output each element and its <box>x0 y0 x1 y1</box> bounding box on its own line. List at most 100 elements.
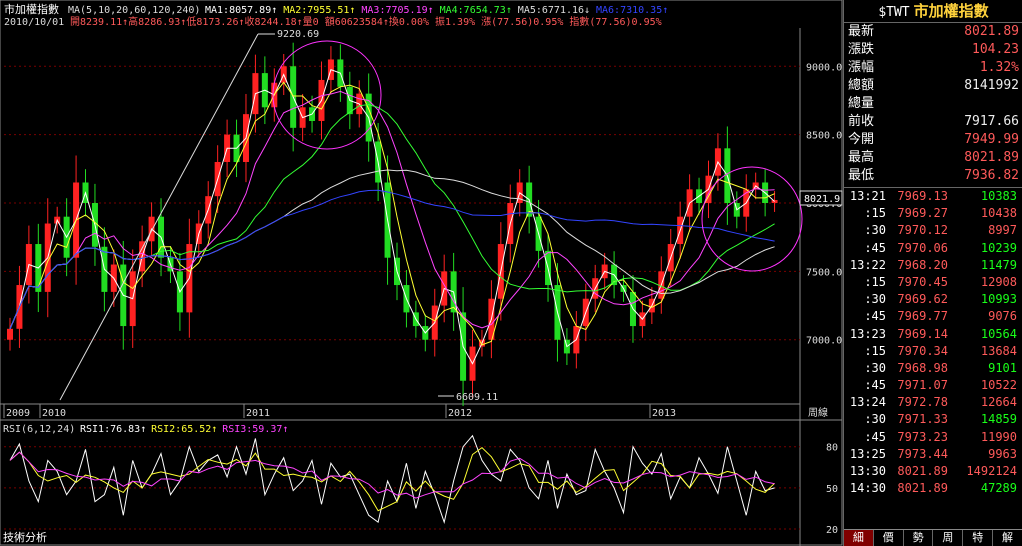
tick-time: 13:30 <box>849 464 886 478</box>
tick-volume: 1492124 <box>966 464 1017 478</box>
x-unit-label: 周線 <box>808 406 828 419</box>
quote-row: 總額 8141992 <box>844 77 1022 95</box>
tab-1[interactable]: 價 <box>874 530 904 546</box>
tick-row[interactable]: :15 7969.27 10438 <box>844 205 1022 222</box>
tick-row[interactable]: 13:24 7972.78 12664 <box>844 394 1022 411</box>
candle-body <box>7 328 13 340</box>
tick-row[interactable]: 13:21 7969.13 10383 <box>844 188 1022 205</box>
tick-time: :15 <box>864 274 886 289</box>
rsi-series-label-1: RSI1:76.83↑ <box>80 424 146 435</box>
tick-price: 7968.98 <box>897 360 948 375</box>
tick-time: 13:22 <box>849 257 886 272</box>
tick-row[interactable]: :45 7969.77 9076 <box>844 308 1022 325</box>
tick-price: 8021.89 <box>897 464 948 478</box>
quote-title: $TWT 市加權指數 <box>844 0 1022 23</box>
tick-volume: 12908 <box>980 274 1017 289</box>
quote-row-label: 總量 <box>848 96 875 111</box>
ma-value-1: MA1:8057.89↑ <box>205 5 277 16</box>
tab-2[interactable]: 勢 <box>904 530 934 546</box>
tick-list[interactable]: 13:21 7969.13 10383:15 7969.27 10438:30 7970.… <box>844 188 1022 497</box>
quote-row-label: 今開 <box>848 132 875 147</box>
tick-row[interactable]: :30 7971.33 14859 <box>844 411 1022 428</box>
tick-volume: 10522 <box>980 378 1017 393</box>
quote-row-label: 漲跌 <box>848 42 875 57</box>
tick-row[interactable]: :45 7971.07 10522 <box>844 377 1022 394</box>
tick-price: 8021.89 <box>897 481 948 496</box>
tab-0[interactable]: 細 <box>844 530 874 546</box>
tick-time: :45 <box>864 429 886 444</box>
tick-price: 7971.33 <box>897 412 948 427</box>
quote-row-value: 1.32% <box>979 60 1019 75</box>
tick-volume: 9963 <box>988 446 1017 461</box>
tick-row[interactable]: :45 7973.23 11990 <box>844 429 1022 446</box>
tick-row[interactable]: 13:23 7969.14 10564 <box>844 326 1022 343</box>
peak-trend-line <box>59 33 259 401</box>
quote-row: 總量 <box>844 95 1022 113</box>
quote-row-label: 最新 <box>848 24 875 39</box>
tick-row[interactable]: 13:22 7968.20 11479 <box>844 257 1022 274</box>
tick-time: :45 <box>864 309 886 324</box>
tab-4[interactable]: 特 <box>963 530 994 546</box>
tick-time: :15 <box>864 343 886 358</box>
quote-row-label: 最高 <box>848 150 875 165</box>
tick-row[interactable]: :45 7970.06 10239 <box>844 240 1022 257</box>
ma-value-5: MA5:6771.16↓ <box>518 5 590 16</box>
tick-volume: 47289 <box>980 481 1017 496</box>
ma-value-3: MA3:7705.19↑ <box>361 5 433 16</box>
tick-price: 7971.07 <box>897 378 948 393</box>
tick-volume: 11990 <box>980 429 1017 444</box>
tick-time: 13:24 <box>849 395 886 410</box>
tick-time: :45 <box>864 378 886 393</box>
tab-5[interactable]: 解 <box>993 530 1022 546</box>
tick-price: 7970.12 <box>897 223 948 238</box>
quote-row-value: 7917.66 <box>964 114 1019 129</box>
tick-volume: 10993 <box>980 292 1017 307</box>
date-label: 2010/10/01 <box>4 17 64 28</box>
tick-price: 7970.45 <box>897 274 948 289</box>
tick-row[interactable]: :30 7969.62 10993 <box>844 291 1022 308</box>
y-tick-label-0: 9000.0 <box>806 62 842 73</box>
quote-row: 漲幅 1.32% <box>844 59 1022 77</box>
rsi-series-label-3: RSI3:59.37↑ <box>222 424 288 435</box>
x-tick-label-4: 2013 <box>652 408 676 419</box>
tick-row[interactable]: :15 7970.34 13684 <box>844 343 1022 360</box>
tick-price: 7969.27 <box>897 206 948 221</box>
tick-price: 7970.34 <box>897 343 948 358</box>
x-tick-label-1: 2010 <box>42 408 66 419</box>
quote-row-label: 最低 <box>848 168 875 183</box>
tick-price: 7972.78 <box>897 395 948 410</box>
tick-row[interactable]: :30 7970.12 8997 <box>844 222 1022 239</box>
rsi-line-1 <box>9 434 775 525</box>
tab-3[interactable]: 周 <box>933 530 964 546</box>
quote-row: 最新 8021.89 <box>844 23 1022 41</box>
tick-volume: 9076 <box>988 309 1017 324</box>
tick-row[interactable]: 14:30 8021.89 47289 <box>844 480 1022 497</box>
tick-volume: 10438 <box>980 206 1017 221</box>
tick-row[interactable]: 13:30 8021.89 1492124 <box>844 463 1022 480</box>
tick-row[interactable]: 13:25 7973.44 9963 <box>844 446 1022 463</box>
tick-time: 14:30 <box>849 481 886 496</box>
x-tick-label-0: 2009 <box>6 408 30 419</box>
tick-price: 7973.44 <box>897 446 948 461</box>
tick-time: :30 <box>864 223 886 238</box>
tick-price: 7969.62 <box>897 292 948 307</box>
quote-row-label: 漲幅 <box>848 60 875 75</box>
quote-row-label: 前收 <box>848 114 875 129</box>
peak-label: 9220.69 <box>277 29 319 40</box>
quote-row: 前收 7917.66 <box>844 113 1022 131</box>
quote-row-value: 7936.82 <box>964 168 1019 183</box>
x-tick-label-3: 2012 <box>448 408 472 419</box>
tick-time: :15 <box>864 206 886 221</box>
tick-row[interactable]: :30 7968.98 9101 <box>844 360 1022 377</box>
tick-time: :30 <box>864 292 886 307</box>
tick-row[interactable]: :15 7970.45 12908 <box>844 274 1022 291</box>
tick-volume: 14859 <box>980 412 1017 427</box>
y-tick-label-3: 7500.0 <box>806 267 842 278</box>
rsi-title: RSI(6,12,24) <box>3 424 75 435</box>
chart-area[interactable]: 市加權指數 MA(5,10,20,60,120,240) MA1:8057.89↑ M… <box>0 0 843 546</box>
tick-volume: 11479 <box>980 257 1017 272</box>
quote-rows: 最新 8021.89 漲跌 104.23 漲幅 1.32% 總額 8141992 總量 前收 791… <box>844 23 1022 185</box>
rsi-tick-label-1: 50 <box>826 484 838 495</box>
ma-value-4: MA4:7654.73↑ <box>440 5 512 16</box>
chart-title: 市加權指數 <box>4 2 59 16</box>
